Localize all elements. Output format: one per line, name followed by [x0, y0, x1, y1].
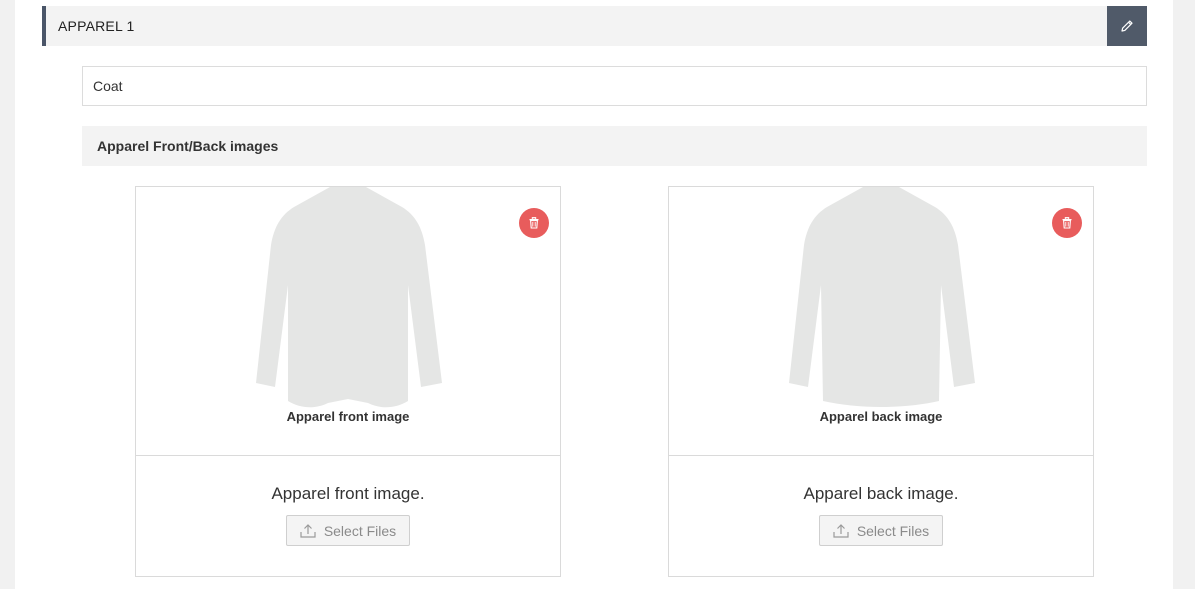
coat-front-image [256, 187, 442, 408]
back-image-preview: Apparel back image [669, 187, 1093, 456]
front-delete-button[interactable] [519, 208, 549, 238]
back-select-files-label: Select Files [856, 522, 930, 539]
apparel-name-input[interactable] [82, 66, 1147, 106]
front-image-preview: Apparel front image [136, 187, 560, 456]
front-upload-title: Apparel front image. [271, 484, 425, 503]
back-upload-title: Apparel back image. [803, 484, 959, 503]
front-image-caption: Apparel front image [286, 409, 410, 424]
back-select-files-button[interactable]: Select Files [819, 515, 943, 546]
images-section-title: Apparel Front/Back images [97, 138, 279, 154]
back-image-caption: Apparel back image [819, 409, 943, 424]
upload-icon [300, 523, 316, 538]
upload-icon [833, 523, 849, 538]
back-delete-button[interactable] [1052, 208, 1082, 238]
front-image-card: Apparel front image Apparel front image.… [135, 186, 561, 577]
trash-icon [1062, 217, 1072, 229]
pencil-icon [1121, 20, 1133, 32]
trash-icon [529, 217, 539, 229]
images-section-header: Apparel Front/Back images [82, 126, 1147, 166]
apparel-title: APPAREL 1 [58, 18, 135, 34]
edit-button[interactable] [1107, 6, 1147, 46]
front-select-files-button[interactable]: Select Files [286, 515, 410, 546]
front-select-files-label: Select Files [323, 522, 397, 539]
coat-back-image [789, 187, 975, 407]
apparel-header: APPAREL 1 [42, 6, 1147, 46]
back-image-card: Apparel back image Apparel back image. S… [668, 186, 1094, 577]
